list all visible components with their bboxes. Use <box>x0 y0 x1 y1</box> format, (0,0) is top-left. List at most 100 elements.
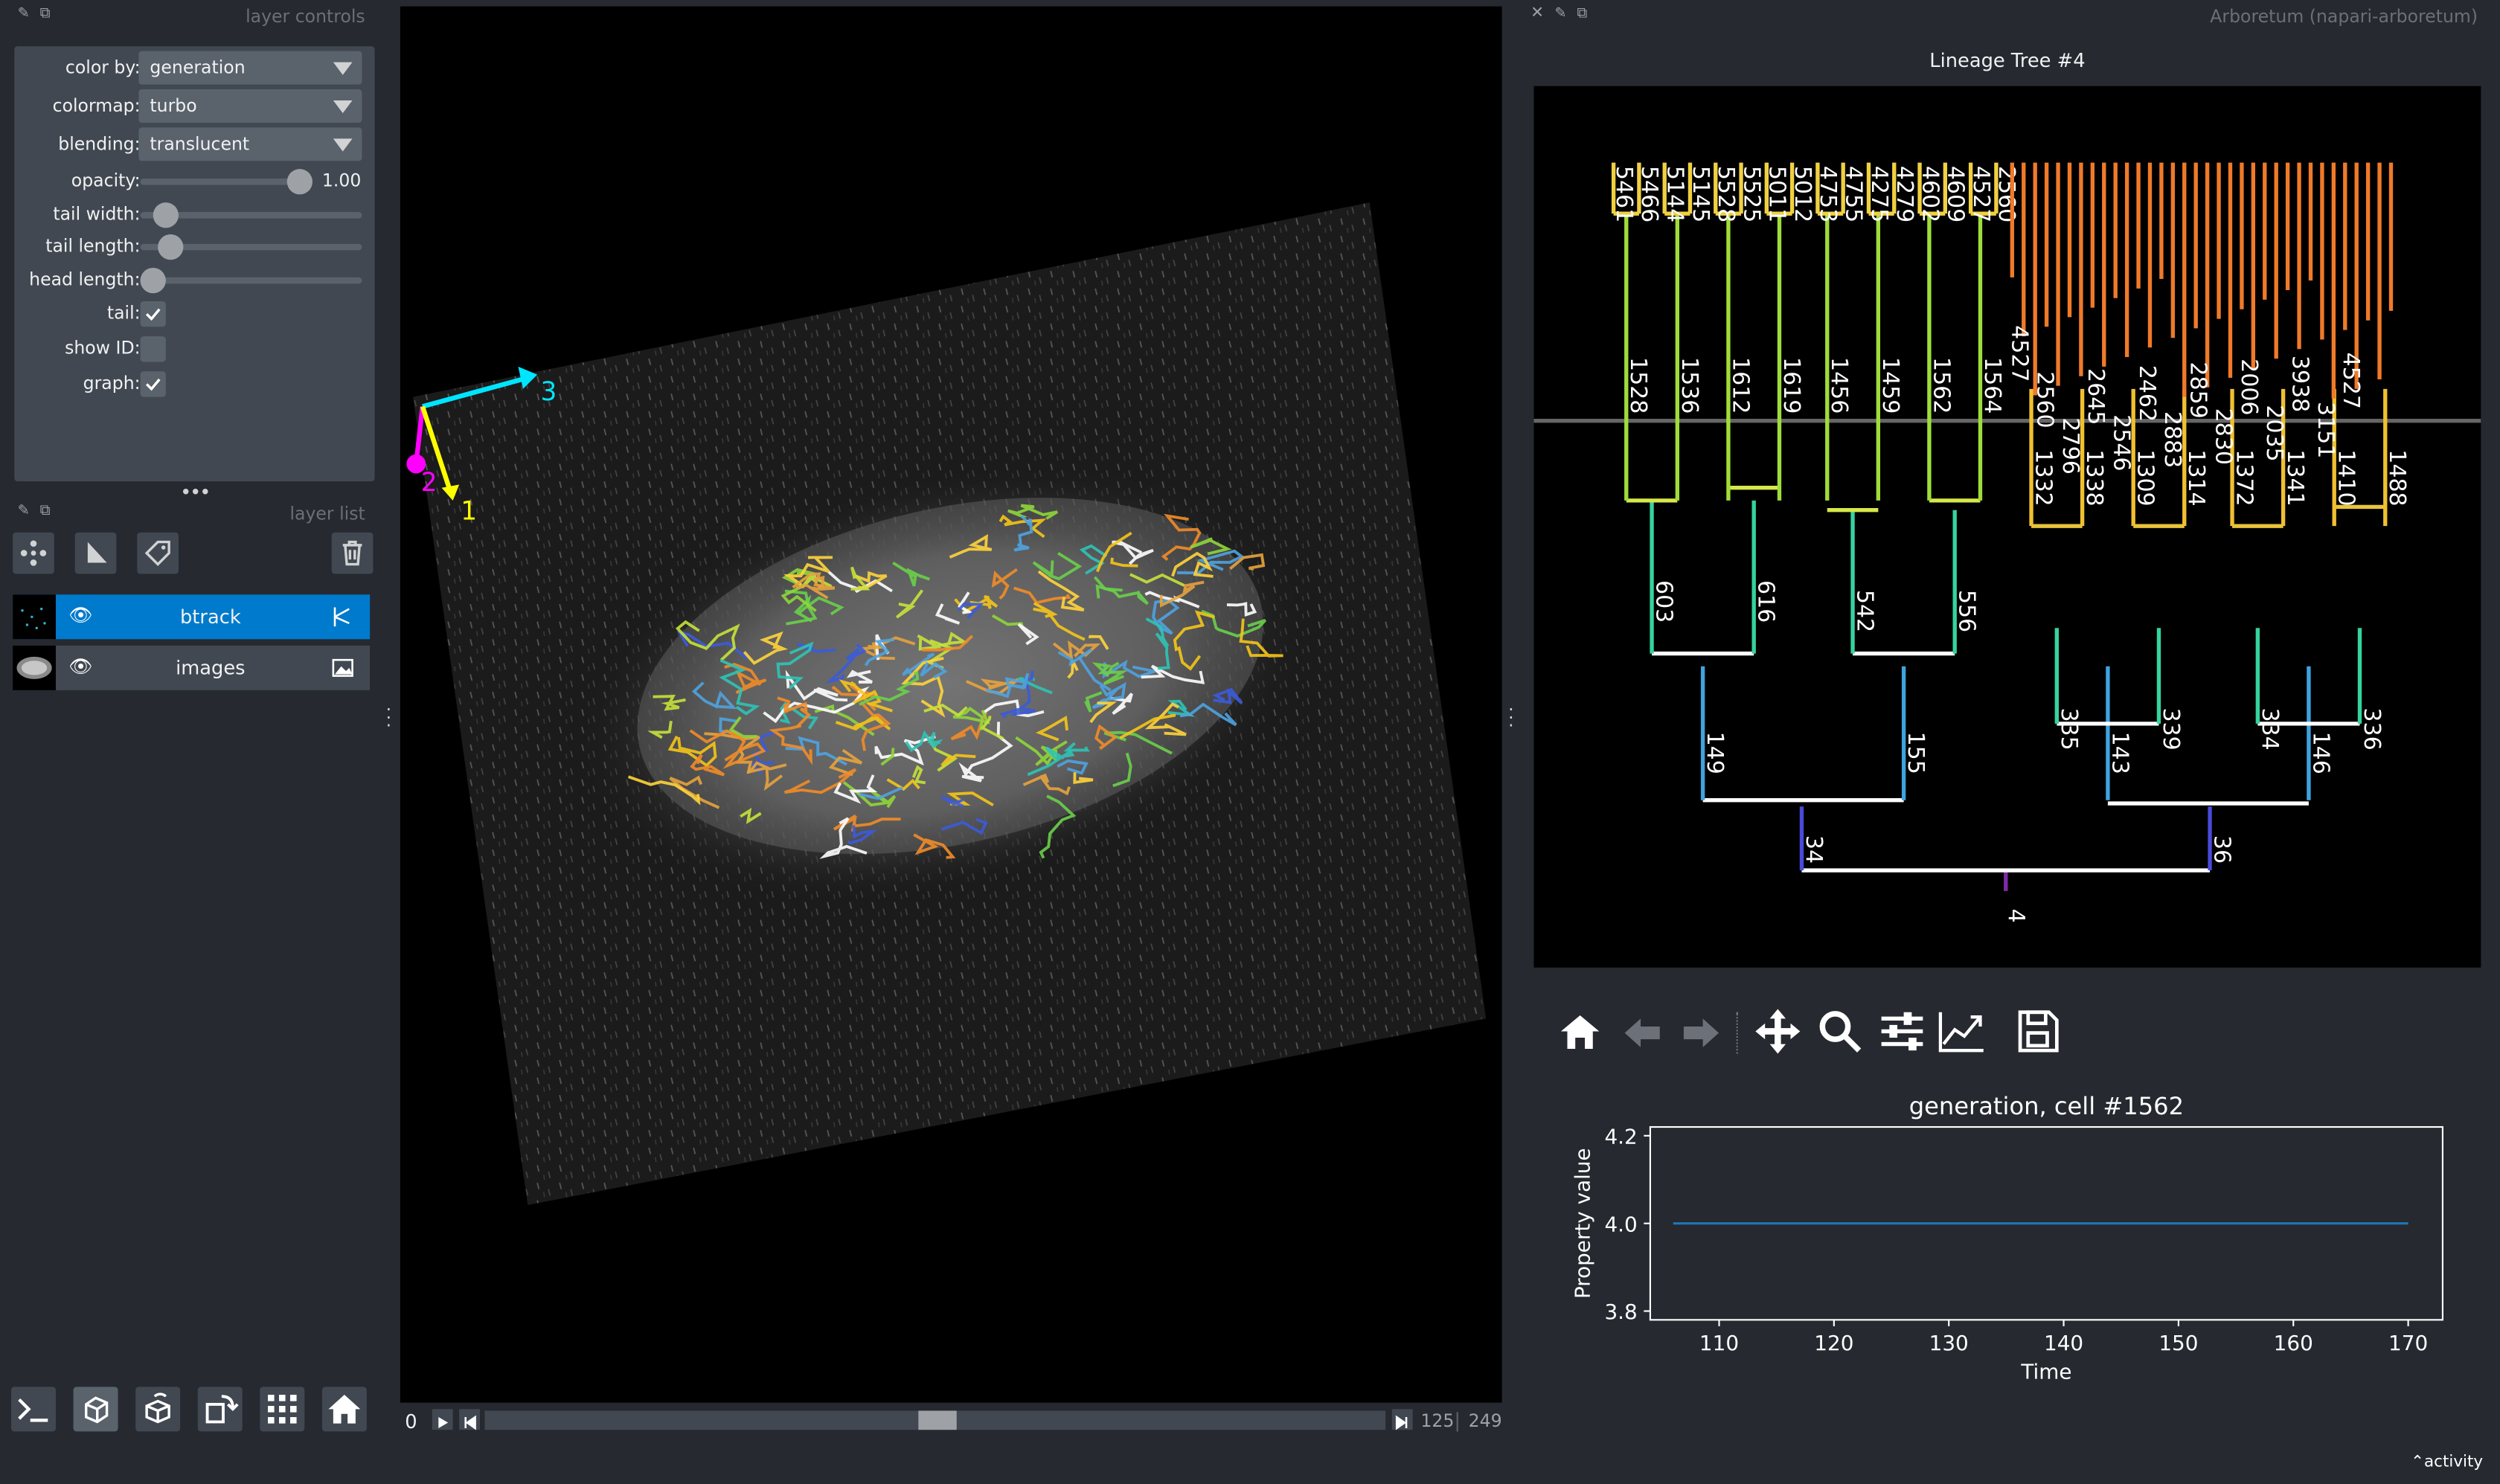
chevron-down-icon <box>333 100 353 114</box>
tree-node-label: 1619 <box>1778 357 1804 414</box>
blending-dropdown[interactable]: translucent <box>138 127 362 161</box>
subplots-config-icon[interactable] <box>1876 1006 1928 1057</box>
splitter-handle[interactable]: ••• <box>180 481 211 504</box>
arrow-left-icon[interactable] <box>1618 1009 1666 1056</box>
image-layer-icon <box>332 658 353 677</box>
tree-node-label: 4609 <box>1943 166 1969 222</box>
zoom-magnifier-icon[interactable] <box>1815 1006 1866 1057</box>
opacity-slider-handle[interactable] <box>286 169 313 195</box>
tree-node-label: 5144 <box>1661 166 1688 222</box>
color-by-dropdown[interactable]: generation <box>138 51 362 85</box>
show-id-row: show ID: <box>14 332 374 367</box>
tree-node-label: 146 <box>2307 732 2333 774</box>
grid-view-button[interactable] <box>260 1387 305 1432</box>
float-icon[interactable]: ⧉ <box>40 504 51 519</box>
graph-row: graph: <box>14 367 374 402</box>
tree-node-label: 1612 <box>1727 357 1753 414</box>
property-plot-chart[interactable]: generation, cell #1562 110 120 130 140 150 160… <box>1533 1084 2481 1403</box>
y-tick-label: 4.0 <box>1604 1212 1637 1236</box>
tree-node-label: 2560 <box>2032 371 2058 428</box>
lineage-tree-graph[interactable]: 4 34 36 149 155 143 146 603 616 542 556 335 339 334 33… <box>1533 86 2481 968</box>
head-length-slider[interactable] <box>140 268 362 294</box>
dock-splitter-left[interactable]: · · · <box>386 701 392 735</box>
tree-node-label: 5011 <box>1764 166 1790 222</box>
step-forward-button[interactable] <box>1391 1409 1413 1430</box>
console-button[interactable] <box>11 1387 57 1432</box>
colormap-dropdown[interactable]: turbo <box>138 89 362 123</box>
x-tick-label: 120 <box>1814 1331 1853 1355</box>
save-floppy-icon[interactable] <box>2012 1006 2063 1057</box>
show-id-label: show ID: <box>65 338 141 359</box>
tree-node-label: 4527 <box>1968 166 1994 222</box>
tree-node-label: 1562 <box>1928 357 1954 414</box>
new-points-layer-button[interactable] <box>13 532 54 574</box>
graph-checkbox[interactable] <box>140 371 166 397</box>
edit-axes-icon[interactable] <box>1935 1006 1987 1057</box>
axis-label-1: 1 <box>461 495 478 527</box>
tree-node-label: 1332 <box>2030 449 2056 506</box>
tree-node-label: 2462 <box>2134 365 2160 422</box>
activity-button[interactable]: ⌃activity <box>2411 1454 2483 1471</box>
float-icon[interactable]: ⧉ <box>40 7 51 22</box>
delete-layer-button[interactable] <box>331 532 374 574</box>
tree-node-label: 335 <box>2056 707 2082 750</box>
arboretum-title: Arboretum (napari-arboretum) <box>2210 6 2478 28</box>
layer-name[interactable]: images <box>109 646 312 690</box>
opacity-slider[interactable] <box>140 169 313 195</box>
close-icon[interactable]: ✎ <box>18 7 30 22</box>
close-icon[interactable]: ✎ <box>18 504 30 519</box>
toolbar-separator <box>1736 1012 1738 1054</box>
tree-node-label: 34 <box>1801 835 1827 864</box>
toggle-ndisplay-button[interactable] <box>73 1387 118 1432</box>
tree-node-label: 1309 <box>2132 449 2158 506</box>
arrow-right-icon[interactable] <box>1677 1009 1725 1056</box>
tail-width-slider-handle[interactable] <box>153 202 179 228</box>
tail-width-slider[interactable] <box>140 202 362 228</box>
frame-slider-handle[interactable] <box>918 1410 957 1430</box>
play-button[interactable] <box>432 1409 453 1430</box>
layer-thumbnail <box>13 645 57 690</box>
tail-checkbox[interactable] <box>140 301 166 327</box>
step-back-button[interactable] <box>459 1409 481 1430</box>
frame-slider[interactable] <box>484 1410 1386 1430</box>
property-plot[interactable]: generation, cell #1562 110 120 130 140 150 160… <box>1533 1084 2481 1403</box>
canvas-viewer[interactable]: 3 2 1 <box>400 6 1502 1403</box>
layer-row-images[interactable]: 👁 images <box>13 645 371 690</box>
close-icon[interactable]: ✕ <box>1531 4 1544 22</box>
trash-icon <box>342 540 362 566</box>
pan-move-icon[interactable] <box>1752 1006 1804 1057</box>
x-tick-label: 140 <box>2044 1331 2083 1355</box>
x-axis-label: Time <box>2020 1360 2071 1384</box>
tree-node-label: 143 <box>2106 732 2132 774</box>
pencil-icon[interactable]: ✎ <box>1554 7 1566 22</box>
layer-list-header: ✎ ⧉ layer list <box>14 504 374 526</box>
layer-row-btrack[interactable]: 👁 btrack <box>13 594 371 640</box>
tail-length-slider[interactable] <box>140 234 362 260</box>
y-tick-label: 4.2 <box>1604 1125 1637 1149</box>
tree-node-label: 4527 <box>2338 353 2364 409</box>
tree-node-label: 1459 <box>1877 357 1903 414</box>
dock-splitter-right[interactable]: · · · <box>1508 701 1514 735</box>
tree-node-label: 2645 <box>2083 368 2109 425</box>
layer-name[interactable]: btrack <box>109 594 312 639</box>
home-icon[interactable] <box>1556 1009 1603 1056</box>
head-length-slider-handle[interactable] <box>140 268 166 294</box>
reset-view-button[interactable] <box>321 1387 367 1432</box>
show-id-checkbox[interactable] <box>140 336 166 362</box>
tail-width-row: tail width: <box>14 198 374 233</box>
tail-length-slider-handle[interactable] <box>158 234 184 260</box>
new-shapes-layer-button[interactable] <box>74 532 117 574</box>
roll-dimensions-button[interactable] <box>135 1387 181 1432</box>
new-labels-layer-button[interactable] <box>137 532 179 574</box>
volume-rendering[interactable] <box>400 7 1502 1403</box>
blending-value: translucent <box>150 134 250 155</box>
transpose-dimensions-button[interactable] <box>197 1387 243 1432</box>
frame-separator: | <box>1454 1409 1461 1432</box>
eye-icon[interactable]: 👁 <box>68 655 93 678</box>
y-tick-label: 3.8 <box>1604 1300 1637 1324</box>
eye-icon[interactable]: 👁 <box>68 604 93 626</box>
tree-node-label: 3151 <box>2312 402 2339 458</box>
lineage-tree-view[interactable]: 4 34 36 149 155 143 146 603 616 542 556 335 339 334 33… <box>1533 86 2481 968</box>
x-tick-label: 170 <box>2388 1331 2428 1355</box>
float-icon[interactable]: ⧉ <box>1577 7 1587 22</box>
